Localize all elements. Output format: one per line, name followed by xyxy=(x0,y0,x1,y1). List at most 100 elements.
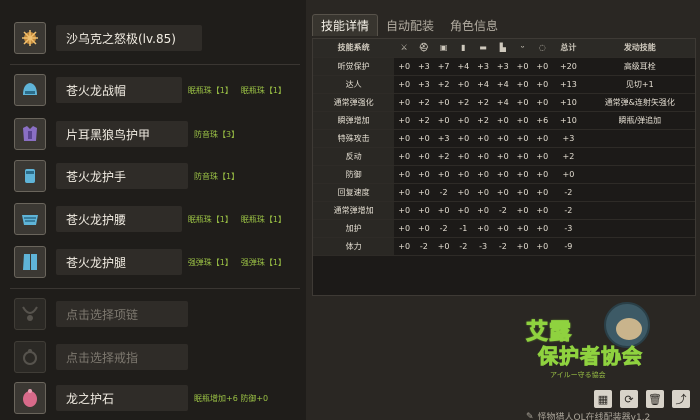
skill-value: +0 xyxy=(433,201,454,220)
skill-value: +0 xyxy=(394,201,414,220)
skill-value: +0 xyxy=(394,165,414,184)
skill-value: +4 xyxy=(492,75,513,94)
skill-value: +3 xyxy=(433,129,454,148)
arms-slot[interactable]: 苍火龙护手 防音珠【1】 xyxy=(14,156,294,196)
skill-value: -2 xyxy=(492,201,513,220)
skill-value: +0 xyxy=(453,147,474,166)
skill-value: +0 xyxy=(453,111,474,130)
skill-value: +0 xyxy=(512,183,533,202)
skill-effect xyxy=(584,147,695,166)
skill-value: +0 xyxy=(492,219,513,238)
table-row: 反动 +0 +0 +2 +0 +0 +0 +0 +0 +2 xyxy=(313,147,695,166)
skill-total: +20 xyxy=(552,57,585,76)
skill-value: +0 xyxy=(512,219,533,238)
skill-name: 回复速度 xyxy=(313,183,395,202)
footer: ✎ 怪物猎人OL在线配装器v1.2 xyxy=(526,410,650,420)
skill-value: +0 xyxy=(414,129,434,148)
chest-icon: ▣ xyxy=(433,39,454,58)
tab-skill-details[interactable]: 技能详情 xyxy=(312,14,379,36)
skill-value: +0 xyxy=(512,57,533,76)
skill-effect: 高级耳栓 xyxy=(584,57,695,76)
skill-value: +7 xyxy=(433,57,454,76)
skill-value: +0 xyxy=(532,129,553,148)
ring-icon xyxy=(14,341,46,373)
skill-panel: 技能详情 自动配装 角色信息 技能系统 ⚔ ⛑ ▣ ▮ ▬ ▙ ᵕ ◌ 总计 发… xyxy=(312,10,696,420)
skill-total: +0 xyxy=(552,165,585,184)
head-decorations: 眠瓶珠【1】 眠瓶珠【1】 xyxy=(187,85,286,95)
skill-table: 技能系统 ⚔ ⛑ ▣ ▮ ▬ ▙ ᵕ ◌ 总计 发动技能 听觉保护 +0 +3 +7 +… xyxy=(313,39,695,256)
action-toolbar: ▦ ⟳ 🗑 ⤴ xyxy=(594,390,690,408)
skill-total: +13 xyxy=(552,75,585,94)
skill-value: -2 xyxy=(453,237,474,256)
save-icon[interactable]: ▦ xyxy=(594,390,612,408)
charm-skills: 眠瓶增加+6 防御+0 xyxy=(194,393,269,403)
refresh-icon[interactable]: ⟳ xyxy=(620,390,638,408)
chest-decorations: 防音珠【3】 xyxy=(194,129,240,139)
chest-slot[interactable]: 片耳黑狼鸟护甲 防音珠【3】 xyxy=(14,114,294,154)
table-header-row: 技能系统 ⚔ ⛑ ▣ ▮ ▬ ▙ ᵕ ◌ 总计 发动技能 xyxy=(313,39,695,58)
skill-name: 加护 xyxy=(313,219,395,238)
footer-text: 怪物猎人OL在线配装器v1.2 xyxy=(537,413,651,420)
waist-slot[interactable]: 苍火龙护腰 眠瓶珠【1】 眠瓶珠【1】 xyxy=(14,199,294,239)
skill-effect xyxy=(584,219,695,238)
skill-value: +0 xyxy=(394,147,414,166)
tab-auto-build[interactable]: 自动配装 xyxy=(378,14,442,36)
skill-value: +3 xyxy=(414,75,434,94)
skill-value: +0 xyxy=(512,75,533,94)
skill-total: -2 xyxy=(552,183,585,202)
waist-icon xyxy=(14,203,46,235)
skill-value: +0 xyxy=(492,165,513,184)
skill-effect: 见切+1 xyxy=(584,75,695,94)
skill-value: +0 xyxy=(532,75,553,94)
skill-value: +2 xyxy=(433,75,454,94)
skill-total: -9 xyxy=(552,237,585,256)
skill-value: +2 xyxy=(453,93,474,112)
skill-name: 反动 xyxy=(313,147,395,166)
skill-value: +0 xyxy=(473,147,493,166)
charm-slot[interactable]: 龙之护石 眠瓶增加+6 防御+0 xyxy=(14,378,294,418)
skill-value: +0 xyxy=(532,219,553,238)
gauntlet-icon xyxy=(14,160,46,192)
head-slot[interactable]: 苍火龙战帽 眠瓶珠【1】 眠瓶珠【1】 xyxy=(14,70,294,110)
skill-value: +0 xyxy=(532,183,553,202)
skill-total: +2 xyxy=(552,147,585,166)
divider xyxy=(10,64,300,65)
ring-slot[interactable]: 点击选择戒指 xyxy=(14,337,294,377)
skill-value: +0 xyxy=(394,219,414,238)
skill-value: +2 xyxy=(433,147,454,166)
necklace-slot[interactable]: 点击选择项链 xyxy=(14,294,294,334)
skill-value: +0 xyxy=(492,183,513,202)
skill-value: +0 xyxy=(512,129,533,148)
necklace-placeholder: 点击选择项链 xyxy=(56,301,188,327)
table-row: 防御 +0 +0 +0 +0 +0 +0 +0 +0 +0 xyxy=(313,165,695,184)
skill-value: +4 xyxy=(492,93,513,112)
table-row: 回复速度 +0 +0 -2 +0 +0 +0 +0 +0 -2 xyxy=(313,183,695,202)
skill-value: +0 xyxy=(473,129,493,148)
skill-total: -3 xyxy=(552,219,585,238)
skill-value: +0 xyxy=(394,237,414,256)
skill-value: +0 xyxy=(532,237,553,256)
tab-bar: 技能详情 自动配装 角色信息 xyxy=(312,10,696,36)
logo-line2: 保护者协会 xyxy=(538,344,643,369)
ring-placeholder: 点击选择戒指 xyxy=(56,344,188,370)
skill-value: +2 xyxy=(473,111,493,130)
skill-value: +3 xyxy=(492,57,513,76)
waist-decorations: 眠瓶珠【1】 眠瓶珠【1】 xyxy=(187,214,286,224)
skill-value: +0 xyxy=(433,111,454,130)
greaves-icon: ▙ xyxy=(492,39,513,58)
charm-name: 龙之护石 xyxy=(56,385,188,411)
table-row: 加护 +0 +0 -2 -1 +0 +0 +0 +0 -3 xyxy=(313,219,695,238)
share-icon[interactable]: ⤴ xyxy=(672,390,690,408)
skill-value: +0 xyxy=(512,93,533,112)
legs-slot[interactable]: 苍火龙护腿 强弹珠【1】 强弹珠【1】 xyxy=(14,242,294,282)
skill-value: +0 xyxy=(394,129,414,148)
weapon-slot[interactable]: 沙乌克之怒极(lv.85) xyxy=(14,18,294,58)
legs-armor-name: 苍火龙护腿 xyxy=(56,249,182,275)
skill-value: +0 xyxy=(512,237,533,256)
tab-character-info[interactable]: 角色信息 xyxy=(442,14,506,36)
skill-value: +0 xyxy=(532,147,553,166)
skill-value: -2 xyxy=(433,183,454,202)
skill-name: 体力 xyxy=(313,237,395,256)
delete-icon[interactable]: 🗑 xyxy=(646,390,664,408)
skill-value: +0 xyxy=(414,147,434,166)
